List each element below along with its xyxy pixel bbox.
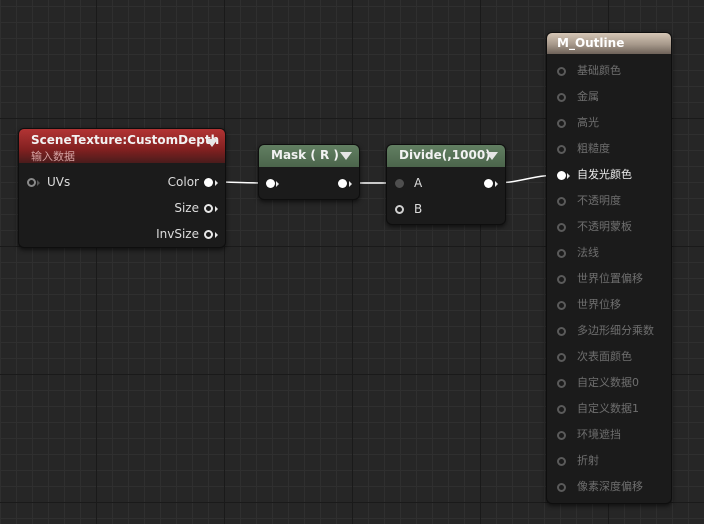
pin-label: 法线	[577, 246, 599, 259]
pin-row-metallic[interactable]: 金属	[555, 89, 599, 105]
pin-label: 自发光颜色	[577, 168, 632, 181]
material-title: M_Outline	[557, 36, 625, 50]
pin-circle-icon[interactable]	[557, 379, 566, 388]
material-graph-canvas[interactable]: SceneTexture:CustomDepth 输入数据 UVs Color …	[0, 0, 704, 524]
pin-circle-icon[interactable]	[557, 431, 566, 440]
pin-row-specular[interactable]: 高光	[555, 115, 599, 131]
mask-title: Mask ( R )	[271, 148, 339, 162]
pin-circle-icon[interactable]	[557, 353, 566, 362]
size-output-pin-icon[interactable]	[204, 204, 213, 213]
pin-row-refraction[interactable]: 折射	[555, 453, 599, 469]
material-header[interactable]: M_Outline	[547, 33, 671, 54]
mask-output-arrow-icon	[349, 181, 352, 187]
scene-texture-subtitle: 输入数据	[31, 150, 75, 163]
color-output-label: Color	[167, 175, 199, 189]
material-result-node[interactable]: M_Outline 基础颜色 金属 高光 粗糙度 自发光颜色 不透明度 不透明蒙…	[546, 32, 672, 504]
pin-label: 基础颜色	[577, 64, 621, 77]
mask-input-pin-icon[interactable]	[266, 179, 275, 188]
size-pin-arrow-icon	[215, 206, 218, 212]
pin-label: 世界位置偏移	[577, 272, 643, 285]
pin-row-basecolor[interactable]: 基础颜色	[555, 63, 621, 79]
pin-row-opacity[interactable]: 不透明度	[555, 193, 621, 209]
pin-row-pixel-depth-offset[interactable]: 像素深度偏移	[555, 479, 643, 495]
pin-row-subsurface-color[interactable]: 次表面颜色	[555, 349, 632, 365]
size-output-label: Size	[174, 201, 199, 215]
pin-label: 高光	[577, 116, 599, 129]
pin-circle-icon[interactable]	[557, 483, 566, 492]
pin-circle-icon[interactable]	[557, 119, 566, 128]
pin-row-emissive[interactable]: 自发光颜色	[555, 167, 632, 183]
pin-row-opacity-mask[interactable]: 不透明蒙板	[555, 219, 632, 235]
pin-label: 世界位移	[577, 298, 621, 311]
divide-output-pin-icon[interactable]	[484, 179, 493, 188]
mask-input-arrow-icon	[276, 181, 279, 187]
collapse-arrow-icon[interactable]	[340, 152, 352, 160]
mask-node[interactable]: Mask ( R )	[258, 144, 360, 200]
pin-row-roughness[interactable]: 粗糙度	[555, 141, 610, 157]
pin-label: 环境遮挡	[577, 428, 621, 441]
pin-row-world-position-offset[interactable]: 世界位置偏移	[555, 271, 643, 287]
pin-circle-icon[interactable]	[557, 197, 566, 206]
mask-header[interactable]: Mask ( R )	[259, 145, 359, 167]
pin-circle-icon[interactable]	[557, 249, 566, 258]
pin-circle-icon[interactable]	[557, 93, 566, 102]
pin-label: 不透明蒙板	[577, 220, 632, 233]
pin-circle-icon[interactable]	[557, 457, 566, 466]
pin-label: 不透明度	[577, 194, 621, 207]
pin-label: 折射	[577, 454, 599, 467]
divide-a-label: A	[414, 176, 423, 190]
divide-a-pin-icon[interactable]	[395, 179, 404, 188]
pin-row-tessellation-multiplier[interactable]: 多边形细分乘数	[555, 323, 654, 339]
pin-circle-icon[interactable]	[557, 275, 566, 284]
pin-label: 多边形细分乘数	[577, 324, 654, 337]
pin-label: 像素深度偏移	[577, 480, 643, 493]
scene-texture-header[interactable]: SceneTexture:CustomDepth 输入数据	[19, 129, 225, 163]
divide-b-pin-icon[interactable]	[395, 205, 404, 214]
uvs-pin-arrow-icon	[37, 180, 40, 186]
collapse-arrow-icon[interactable]	[486, 152, 498, 160]
divide-b-label: B	[414, 202, 423, 216]
pin-label: 自定义数据0	[577, 376, 639, 389]
pin-label: 次表面颜色	[577, 350, 632, 363]
pin-circle-icon[interactable]	[557, 327, 566, 336]
pin-label: 自定义数据1	[577, 402, 639, 415]
scene-texture-title: SceneTexture:CustomDepth	[31, 133, 220, 147]
pin-arrow-icon	[567, 173, 570, 179]
pin-row-custom-data-1[interactable]: 自定义数据1	[555, 401, 639, 417]
divide-output-arrow-icon	[495, 181, 498, 187]
invsize-output-pin-icon[interactable]	[204, 230, 213, 239]
pin-row-normal[interactable]: 法线	[555, 245, 599, 261]
divide-title: Divide(,1000)	[399, 148, 491, 162]
uvs-input-pin-icon[interactable]	[27, 178, 36, 187]
pin-circle-icon[interactable]	[557, 171, 566, 180]
color-output-pin-icon[interactable]	[204, 178, 213, 187]
pin-circle-icon[interactable]	[557, 145, 566, 154]
invsize-pin-arrow-icon	[215, 232, 218, 238]
divide-node[interactable]: Divide(,1000) A B	[386, 144, 506, 225]
color-pin-arrow-icon	[215, 180, 218, 186]
pin-row-custom-data-0[interactable]: 自定义数据0	[555, 375, 639, 391]
collapse-arrow-icon[interactable]	[206, 139, 218, 147]
pin-circle-icon[interactable]	[557, 405, 566, 414]
pin-label: 金属	[577, 90, 599, 103]
pin-row-ambient-occlusion[interactable]: 环境遮挡	[555, 427, 621, 443]
pin-label: 粗糙度	[577, 142, 610, 155]
pin-circle-icon[interactable]	[557, 301, 566, 310]
pin-circle-icon[interactable]	[557, 223, 566, 232]
scene-texture-node[interactable]: SceneTexture:CustomDepth 输入数据 UVs Color …	[18, 128, 226, 248]
divide-header[interactable]: Divide(,1000)	[387, 145, 505, 167]
pin-row-world-displacement[interactable]: 世界位移	[555, 297, 621, 313]
mask-output-pin-icon[interactable]	[338, 179, 347, 188]
uvs-label: UVs	[47, 175, 71, 189]
pin-circle-icon[interactable]	[557, 67, 566, 76]
invsize-output-label: InvSize	[156, 227, 199, 241]
